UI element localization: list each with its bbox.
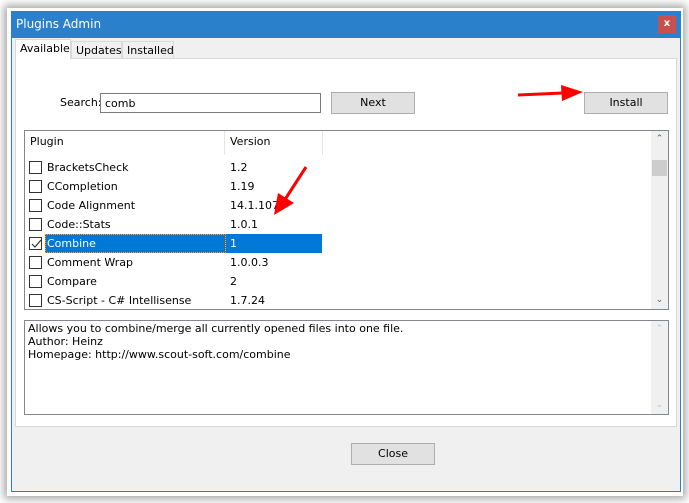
install-button[interactable]: Install — [584, 92, 668, 114]
close-window-button[interactable]: x — [658, 15, 676, 33]
scroll-up-icon[interactable]: ⌃ — [651, 131, 668, 148]
tab-installed[interactable]: Installed — [122, 41, 174, 58]
plugin-name: Compare — [47, 275, 97, 288]
plugin-list-scrollbar[interactable]: ⌃ ⌄ — [651, 131, 668, 309]
search-label: Search: — [60, 96, 102, 109]
description-scrollbar[interactable]: ⌃ ⌄ — [651, 321, 668, 414]
plugin-name: Code::Stats — [47, 218, 111, 231]
available-tab-panel: Search: Next Install Plugin Version Brac… — [15, 58, 677, 427]
close-button[interactable]: Close — [351, 443, 435, 465]
plugin-version: 14.1.107 — [230, 199, 279, 212]
plugin-checkbox[interactable] — [29, 218, 42, 231]
plugin-version: 1.7.24 — [230, 294, 265, 307]
plugin-name: Code Alignment — [47, 199, 136, 212]
plugin-checkbox[interactable] — [29, 199, 42, 212]
plugin-name: CCompletion — [47, 180, 118, 193]
selection-highlight — [225, 234, 322, 253]
plugin-list-row[interactable]: BracketsCheck 1.2 — [25, 158, 322, 177]
plugin-description-text: Allows you to combine/merge all currentl… — [28, 322, 403, 361]
plugin-list-row[interactable]: Code::Stats 1.0.1 — [25, 215, 322, 234]
plugin-list-row[interactable]: Comment Wrap 1.0.0.3 — [25, 253, 322, 272]
plugin-name: Combine — [45, 234, 226, 253]
plugin-version: 1.0.1 — [230, 218, 258, 231]
description-line: Homepage: http://www.scout-soft.com/comb… — [28, 348, 291, 361]
plugin-checkbox[interactable] — [29, 256, 42, 269]
plugin-list-row[interactable]: Combine 1 — [25, 234, 322, 253]
scroll-down-icon[interactable]: ⌄ — [651, 292, 668, 309]
search-input[interactable] — [100, 93, 321, 113]
column-header-version[interactable]: Version — [225, 131, 323, 155]
plugin-list-row[interactable]: CS-Script - C# Intellisense 1.7.24 — [25, 291, 322, 309]
column-header-plugin[interactable]: Plugin — [25, 131, 225, 155]
plugin-version: 1 — [230, 237, 237, 250]
checkmark-icon — [31, 239, 42, 248]
next-button[interactable]: Next — [331, 92, 415, 114]
scroll-up-icon[interactable]: ⌃ — [651, 321, 668, 338]
description-line: Author: Heinz — [28, 335, 103, 348]
plugin-version: 1.19 — [230, 180, 255, 193]
plugin-list-row[interactable]: Compare 2 — [25, 272, 322, 291]
scroll-down-icon[interactable]: ⌄ — [651, 397, 668, 414]
title-bar[interactable]: Plugins Admin x — [12, 11, 680, 38]
plugin-name: CS-Script - C# Intellisense — [47, 294, 192, 307]
tab-updates[interactable]: Updates — [71, 41, 122, 58]
plugin-description-box[interactable]: Allows you to combine/merge all currentl… — [24, 320, 669, 415]
plugin-checkbox[interactable] — [29, 180, 42, 193]
plugin-checkbox[interactable] — [29, 237, 42, 250]
description-line: Allows you to combine/merge all currentl… — [28, 322, 404, 335]
plugin-name: BracketsCheck — [47, 161, 129, 174]
plugin-list-row[interactable]: Code Alignment 14.1.107 — [25, 196, 322, 215]
plugin-version: 1.2 — [230, 161, 248, 174]
window-title: Plugins Admin — [16, 17, 102, 31]
scrollbar-thumb[interactable] — [652, 160, 667, 176]
plugin-list[interactable]: Plugin Version BracketsCheck 1.2 CCompleti… — [24, 130, 669, 310]
tab-available[interactable]: Available — [15, 39, 71, 59]
plugin-list-row[interactable]: CCompletion 1.19 — [25, 177, 322, 196]
plugin-checkbox[interactable] — [29, 294, 42, 307]
plugins-admin-dialog: Plugins Admin x Available Updates Instal… — [11, 11, 681, 492]
plugin-version: 2 — [230, 275, 237, 288]
plugin-checkbox[interactable] — [29, 161, 42, 174]
plugin-name: Comment Wrap — [47, 256, 134, 269]
plugin-checkbox[interactable] — [29, 275, 42, 288]
plugin-version: 1.0.0.3 — [230, 256, 269, 269]
